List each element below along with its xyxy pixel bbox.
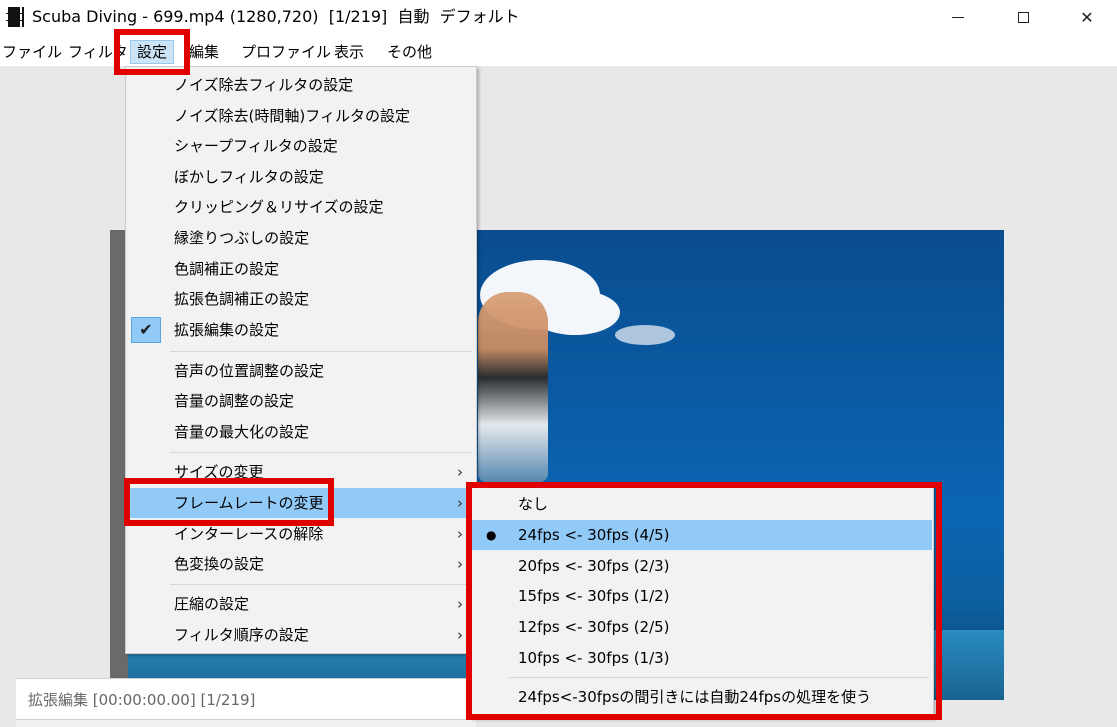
menu-item-label: 色変換の設定 [174,555,265,573]
menu-item-label: 縁塗りつぶしの設定 [174,229,310,247]
close-icon: ✕ [1080,7,1094,27]
menu-item-label: インターレースの解除 [174,525,324,543]
menu-file[interactable]: ファイル [2,40,62,64]
submenu-arrow-icon: › [457,555,463,573]
checkmark-icon: ✔ [131,317,161,343]
menu-item-clip-resize[interactable]: クリッピング＆リサイズの設定 [127,192,475,222]
minimize-icon [952,16,964,18]
minimize-button[interactable] [935,0,981,34]
diver-figure [478,292,548,482]
menu-item-ext-color-correction[interactable]: 拡張色調補正の設定 [127,284,475,314]
menu-separator [170,351,472,352]
menu-item-filter-order[interactable]: フィルタ順序の設定 › [127,620,475,650]
menu-item-label: クリッピング＆リサイズの設定 [174,198,384,216]
menu-separator [170,452,472,453]
cloud-shape [615,325,675,345]
menu-item-border-fill[interactable]: 縁塗りつぶしの設定 [127,223,475,253]
menu-item-volume-adjust[interactable]: 音量の調整の設定 [127,386,475,416]
menu-separator [170,584,472,585]
menu-item-color-correction[interactable]: 色調補正の設定 [127,254,475,284]
menu-item-color-convert[interactable]: 色変換の設定 › [127,549,475,579]
menu-item-label: 音量の調整の設定 [174,392,295,410]
menu-item-label: ノイズ除去フィルタの設定 [174,76,354,94]
menu-item-compression[interactable]: 圧縮の設定 › [127,589,475,619]
menu-item-label: 拡張色調補正の設定 [174,290,310,308]
menu-item-blur-filter[interactable]: ぼかしフィルタの設定 [127,162,475,192]
menu-profile[interactable]: プロファイル [241,40,331,64]
submenu-arrow-icon: › [457,494,463,512]
menu-item-label: 色調補正の設定 [174,260,280,278]
menu-item-volume-max[interactable]: 音量の最大化の設定 [127,417,475,447]
maximize-button[interactable] [1000,0,1046,34]
window-title: Scuba Diving - 699.mp4 (1280,720) [1/219… [32,7,520,26]
submenu-arrow-icon: › [457,463,463,481]
annotation-box-framerate [124,478,334,526]
status-text: 拡張編集 [00:00:00.00] [1/219] [28,691,256,709]
menu-item-label: フィルタ順序の設定 [174,626,309,644]
status-panel: 拡張編集 [00:00:00.00] [1/219] [16,678,476,727]
menu-view[interactable]: 表示 [334,40,364,64]
submenu-arrow-icon: › [457,525,463,543]
annotation-box-settings [114,29,190,75]
menu-item-label: 音量の最大化の設定 [174,423,310,441]
menu-item-noise-time-filter[interactable]: ノイズ除去(時間軸)フィルタの設定 [127,101,475,131]
menu-other[interactable]: その他 [387,40,432,64]
menu-item-ext-edit[interactable]: ✔ 拡張編集の設定 [127,315,475,345]
maximize-icon [1017,11,1029,23]
horizontal-scrollbar[interactable] [16,719,476,727]
settings-dropdown: ノイズ除去フィルタの設定 ノイズ除去(時間軸)フィルタの設定 シャープフィルタの… [125,66,477,654]
app-film-icon [6,7,24,27]
menu-item-label: シャープフィルタの設定 [174,137,338,155]
menu-item-label: ぼかしフィルタの設定 [174,168,324,186]
submenu-arrow-icon: › [457,626,463,644]
menu-item-label: ノイズ除去(時間軸)フィルタの設定 [174,107,410,125]
submenu-arrow-icon: › [457,595,463,613]
menu-item-label: 音声の位置調整の設定 [174,362,325,380]
annotation-box-submenu [466,482,942,720]
menu-item-audio-position[interactable]: 音声の位置調整の設定 [127,356,475,386]
menu-item-label: 圧縮の設定 [174,595,250,613]
menu-edit[interactable]: 編集 [189,40,219,64]
menu-item-label: 拡張編集の設定 [174,321,280,339]
close-button[interactable]: ✕ [1064,0,1110,34]
menu-item-sharp-filter[interactable]: シャープフィルタの設定 [127,131,475,161]
